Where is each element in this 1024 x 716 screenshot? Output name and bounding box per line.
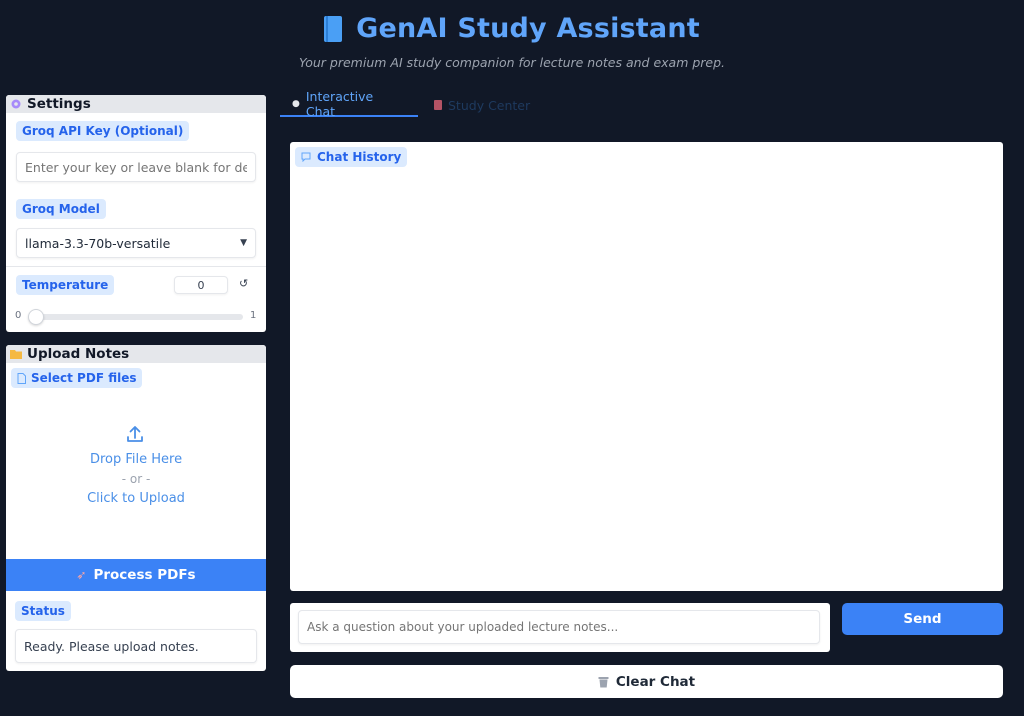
temperature-slider-handle[interactable] <box>28 309 44 325</box>
pdf-files-label: Select PDF files <box>11 368 143 388</box>
upload-title: Upload Notes <box>27 346 130 362</box>
trash-icon <box>598 676 609 687</box>
question-input-container <box>290 603 830 652</box>
temperature-value: 0 <box>197 278 205 292</box>
model-select-value: llama-3.3-70b-versatile <box>25 235 171 251</box>
status-label: Status <box>15 601 71 621</box>
chat-history-panel: Chat History <box>290 142 1003 591</box>
title-row: GenAI Study Assistant <box>0 13 1024 44</box>
upload-icon <box>127 426 143 442</box>
temperature-input[interactable]: 0 <box>174 276 228 294</box>
chevron-down-icon: ▼ <box>240 238 247 248</box>
gear-icon <box>11 99 21 109</box>
page-title: GenAI Study Assistant <box>356 13 700 44</box>
file-dropzone[interactable]: Drop File Here - or - Click to Upload <box>6 393 266 559</box>
temperature-slider[interactable] <box>30 314 243 320</box>
tab-study-center[interactable]: Study Center <box>434 93 544 117</box>
drop-file-text: Drop File Here <box>89 452 183 467</box>
tab-interactive-chat[interactable]: ● Interactive Chat <box>280 89 418 119</box>
tab-bar: ● Interactive Chat Study Center <box>280 89 1000 119</box>
api-key-input[interactable] <box>16 152 256 182</box>
settings-divider <box>6 266 266 267</box>
upload-panel: Upload Notes Select PDF files Drop File … <box>6 345 266 671</box>
process-pdfs-button[interactable]: ➶ Process PDFs <box>6 559 266 591</box>
send-button[interactable]: Send <box>842 603 1003 635</box>
slider-min-label: 0 <box>15 310 22 321</box>
process-pdfs-label: Process PDFs <box>93 567 196 583</box>
settings-panel: Settings Groq API Key (Optional) Groq Mo… <box>6 95 266 332</box>
or-separator: - or - <box>121 472 151 486</box>
chat-icon <box>301 152 311 162</box>
file-icon <box>17 372 26 384</box>
page-subtitle: Your premium AI study companion for lect… <box>298 55 726 70</box>
reset-icon[interactable]: ↺ <box>239 277 248 290</box>
status-field: Ready. Please upload notes. <box>15 629 257 663</box>
send-label: Send <box>903 611 942 627</box>
book-icon <box>324 15 343 42</box>
slider-max-label: 1 <box>250 310 257 321</box>
model-label: Groq Model <box>16 199 106 219</box>
tab-interactive-chat-label: Interactive Chat <box>305 89 374 119</box>
tab-study-center-label: Study Center <box>448 97 531 113</box>
clear-chat-label: Clear Chat <box>615 673 696 690</box>
speech-bubble-icon: ● <box>292 99 300 109</box>
settings-header: Settings <box>6 95 266 113</box>
chat-history-label: Chat History <box>295 147 408 167</box>
api-key-label: Groq API Key (Optional) <box>16 121 190 141</box>
rocket-icon: ➶ <box>76 568 87 582</box>
clear-chat-button[interactable]: Clear Chat <box>290 665 1003 698</box>
status-text: Ready. Please upload notes. <box>24 638 199 654</box>
folder-icon <box>10 350 22 359</box>
upload-header: Upload Notes <box>6 345 266 363</box>
model-select[interactable]: llama-3.3-70b-versatile ▼ <box>16 228 256 258</box>
notebook-icon <box>434 100 442 110</box>
temperature-label: Temperature <box>16 275 115 295</box>
pdf-files-label-text: Select PDF files <box>31 371 137 385</box>
chat-history-label-text: Chat History <box>317 150 402 164</box>
click-upload-text: Click to Upload <box>87 491 185 506</box>
question-input[interactable] <box>298 610 820 644</box>
settings-title: Settings <box>27 96 91 112</box>
